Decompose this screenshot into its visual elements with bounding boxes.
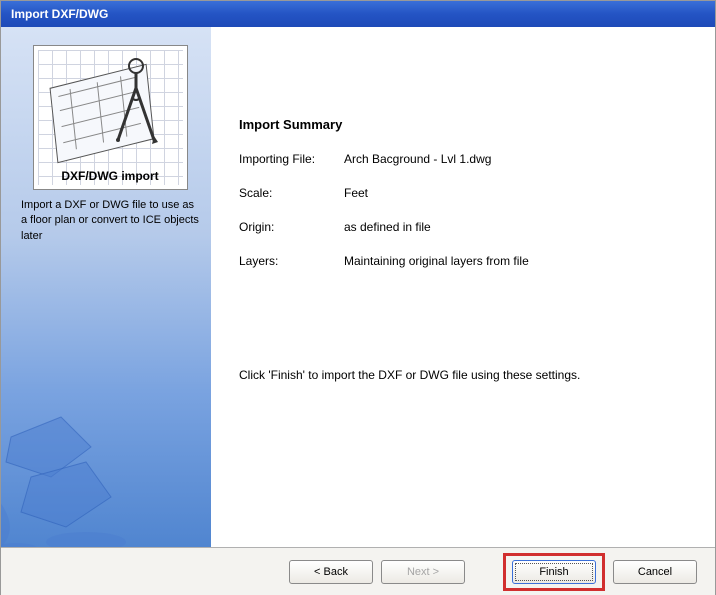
sidebar-description: Import a DXF or DWG file to use as a flo…	[21, 198, 199, 244]
summary-value: Arch Bacground - Lvl 1.dwg	[344, 152, 687, 166]
summary-row-file: Importing File: Arch Bacground - Lvl 1.d…	[239, 152, 687, 166]
summary-row-layers: Layers: Maintaining original layers from…	[239, 254, 687, 268]
summary-label: Origin:	[239, 220, 344, 234]
summary-label: Scale:	[239, 186, 344, 200]
content-panel: Import Summary Importing File: Arch Bacg…	[211, 27, 715, 547]
finish-button[interactable]: Finish	[512, 560, 596, 584]
summary-value: Maintaining original layers from file	[344, 254, 687, 268]
summary-value: as defined in file	[344, 220, 687, 234]
illustration-label: DXF/DWG import	[34, 169, 187, 183]
summary-label: Layers:	[239, 254, 344, 268]
ice-decoration	[1, 377, 171, 547]
summary-heading: Import Summary	[239, 117, 687, 132]
next-button: Next >	[381, 560, 465, 584]
titlebar: Import DXF/DWG	[1, 1, 715, 27]
back-button[interactable]: < Back	[289, 560, 373, 584]
sidebar-illustration: DXF/DWG import	[33, 45, 188, 190]
window-title: Import DXF/DWG	[11, 7, 108, 21]
cancel-button[interactable]: Cancel	[613, 560, 697, 584]
finish-highlight: Finish	[503, 553, 605, 591]
button-bar: < Back Next > Finish Cancel	[1, 547, 715, 595]
main-area: DXF/DWG import Import a DXF or DWG file …	[1, 27, 715, 547]
sidebar: DXF/DWG import Import a DXF or DWG file …	[1, 27, 211, 547]
summary-row-origin: Origin: as defined in file	[239, 220, 687, 234]
summary-row-scale: Scale: Feet	[239, 186, 687, 200]
compass-icon	[106, 54, 166, 144]
summary-value: Feet	[344, 186, 687, 200]
finish-instruction: Click 'Finish' to import the DXF or DWG …	[239, 368, 687, 382]
summary-label: Importing File:	[239, 152, 344, 166]
